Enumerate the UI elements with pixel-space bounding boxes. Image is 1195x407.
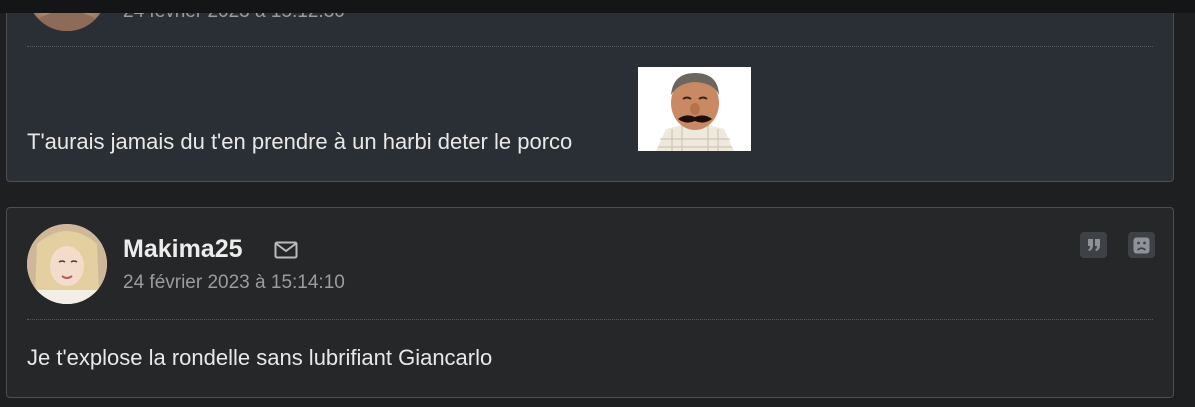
post-date[interactable]: 24 février 2023 à 15:14:10 xyxy=(123,272,345,294)
forum-post: 24 février 2023 à 15:12:30 T'aurais jama… xyxy=(6,0,1174,182)
avatar[interactable] xyxy=(27,224,107,304)
username[interactable]: Makima25 xyxy=(123,235,243,264)
avatar-image xyxy=(27,224,107,304)
quote-icon xyxy=(1087,239,1100,251)
divider xyxy=(27,319,1153,320)
post-message: T'aurais jamais du t'en prendre à un har… xyxy=(27,129,573,154)
post-message: Je t'explose la rondelle sans lubrifiant… xyxy=(27,345,493,370)
quote-button[interactable] xyxy=(1080,232,1107,258)
divider xyxy=(27,46,1153,47)
report-button[interactable] xyxy=(1128,232,1155,258)
sad-face-icon xyxy=(1133,237,1150,253)
risitas-sticker xyxy=(638,67,751,151)
forum-post: Makima25 24 février 2023 à 15:14:10 Je t… xyxy=(6,207,1174,398)
mail-icon[interactable] xyxy=(274,240,298,260)
sticker-image xyxy=(638,67,751,151)
top-bar xyxy=(0,0,1195,13)
